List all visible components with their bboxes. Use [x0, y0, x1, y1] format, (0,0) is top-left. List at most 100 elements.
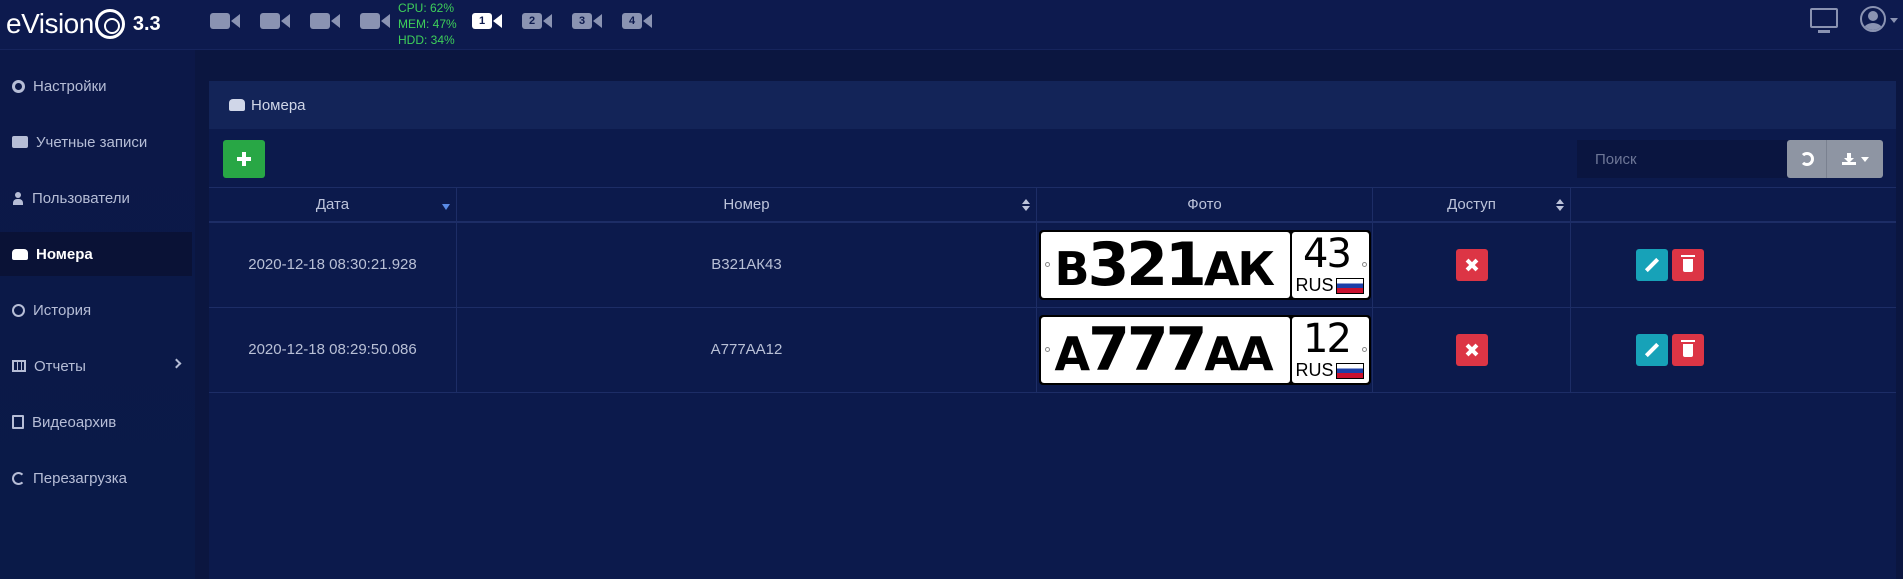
refresh-icon: [12, 471, 25, 485]
layout-1-button[interactable]: 1: [472, 10, 502, 32]
row-access: [1373, 223, 1571, 307]
table-row: 2020-12-18 08:29:50.086 А777АА12 А777АА …: [209, 308, 1896, 393]
sidebar-item-reports[interactable]: Отчеты: [0, 344, 192, 388]
camera-refresh-button[interactable]: [260, 10, 290, 32]
column-date-label: Дата: [315, 196, 350, 213]
plate-country: RUS: [1295, 275, 1334, 295]
sort-icon: [1556, 199, 1564, 211]
sidebar-item-accounts[interactable]: Учетные записи: [0, 120, 192, 164]
car-icon: [12, 248, 28, 260]
refresh-button[interactable]: [1787, 140, 1827, 178]
plate-first-letter: В: [1054, 242, 1090, 296]
sidebar-item-reboot[interactable]: Перезагрузка: [0, 456, 192, 500]
layout-2-button[interactable]: 2: [522, 10, 552, 32]
row-date: 2020-12-18 08:30:21.928: [209, 223, 457, 307]
column-access-label: Доступ: [1447, 196, 1496, 213]
layout-1-camera-icon: 1: [472, 13, 492, 29]
plate-region-section: 12 RUS: [1291, 316, 1369, 383]
app-version: 3.3: [132, 12, 161, 35]
row-number: А777АА12: [457, 308, 1037, 392]
sidebar-item-label: Учетные записи: [36, 133, 148, 151]
sidebar-item-video-archive[interactable]: Видеоархив: [0, 400, 192, 444]
sort-icon: [1022, 199, 1030, 211]
trash-icon: [1681, 340, 1695, 357]
history-icon: [12, 303, 25, 317]
user-icon: [12, 192, 24, 205]
edit-button[interactable]: [1636, 249, 1668, 281]
brand-name: eVision: [6, 8, 94, 39]
pencil-icon: [1644, 257, 1660, 273]
page-title: Номера: [251, 96, 306, 114]
sidebar: Настройки Учетные записи Пользователи Но…: [0, 50, 195, 579]
camera-remove-icon: [360, 13, 380, 29]
delete-button[interactable]: [1672, 334, 1704, 366]
sidebar-item-numbers[interactable]: Номера: [0, 232, 192, 276]
camera-refresh-icon: [260, 13, 280, 29]
table-row: 2020-12-18 08:30:21.928 В321АК43 В321АК …: [209, 223, 1896, 308]
column-number[interactable]: Номер: [457, 188, 1037, 222]
plate-country: RUS: [1295, 360, 1334, 380]
access-denied-button[interactable]: [1456, 334, 1488, 366]
sidebar-item-label: Пользователи: [32, 189, 130, 207]
camera-remove-button[interactable]: [360, 10, 390, 32]
russia-flag-icon: [1335, 363, 1364, 379]
layout-4-camera-icon: 4: [622, 13, 642, 29]
monitor-icon[interactable]: [1810, 8, 1838, 33]
video-file-icon: [12, 415, 24, 429]
plate-region-code: 12: [1303, 316, 1352, 362]
column-access[interactable]: Доступ: [1373, 188, 1571, 222]
user-account-icon[interactable]: [1860, 6, 1886, 32]
sidebar-item-label: История: [33, 301, 92, 319]
plate-letters: АК: [1203, 242, 1275, 296]
sidebar-item-label: Перезагрузка: [33, 469, 127, 487]
delete-button[interactable]: [1672, 249, 1704, 281]
plate-letters: АА: [1204, 327, 1273, 381]
cpu-stat: CPU: 62%: [398, 1, 455, 15]
plate-main-section: В321АК: [1040, 230, 1290, 300]
layout-3-camera-icon: 3: [572, 13, 592, 29]
app-logo[interactable]: eVision 3.3: [6, 6, 161, 42]
layout-4-button[interactable]: 4: [622, 10, 652, 32]
add-number-button[interactable]: [223, 140, 265, 178]
car-icon: [229, 99, 245, 111]
row-number: В321АК43: [457, 223, 1037, 307]
column-photo-label: Фото: [1187, 196, 1222, 213]
sidebar-item-history[interactable]: История: [0, 288, 192, 332]
row-actions: [1571, 223, 1896, 307]
panel-header: Номера: [209, 81, 1896, 129]
sidebar-item-settings[interactable]: Настройки: [0, 64, 192, 108]
plate-digits: 321: [1087, 230, 1207, 300]
plate-first-letter: А: [1054, 327, 1091, 381]
row-actions: [1571, 308, 1896, 392]
gear-icon: [12, 79, 25, 93]
id-card-icon: [12, 136, 28, 148]
edit-button[interactable]: [1636, 334, 1668, 366]
layout-3-button[interactable]: 3: [572, 10, 602, 32]
download-icon: [1841, 153, 1856, 165]
system-stats: CPU: 62% MEM: 47% HDD: 34%: [398, 0, 457, 48]
camera-search-icon: [210, 13, 230, 29]
sidebar-item-label: Настройки: [33, 77, 107, 95]
chevron-down-icon: [1860, 156, 1869, 162]
camera-add-button[interactable]: [310, 10, 340, 32]
row-access: [1373, 308, 1571, 392]
row-date: 2020-12-18 08:29:50.086: [209, 308, 457, 392]
camera-search-button[interactable]: [210, 10, 240, 32]
mem-stat: MEM: 47%: [398, 17, 457, 31]
numbers-panel: Номера Дата Номер Фото: [209, 81, 1896, 579]
row-photo: В321АК 43 RUS: [1037, 223, 1373, 307]
hdd-stat: HDD: 34%: [398, 33, 455, 47]
export-button[interactable]: [1827, 140, 1883, 178]
column-number-label: Номер: [723, 196, 770, 213]
sidebar-item-users[interactable]: Пользователи: [0, 176, 192, 220]
license-plate-image: В321АК 43 RUS: [1038, 230, 1371, 300]
search-input[interactable]: [1577, 140, 1795, 178]
layout-2-camera-icon: 2: [522, 13, 542, 29]
table-tools: [1787, 140, 1883, 178]
chevron-down-icon[interactable]: [1890, 18, 1898, 23]
access-denied-button[interactable]: [1456, 249, 1488, 281]
camera-add-icon: [310, 13, 330, 29]
column-date[interactable]: Дата: [209, 188, 457, 222]
sidebar-item-label: Отчеты: [34, 357, 86, 375]
logo-ring-icon: [94, 9, 125, 39]
